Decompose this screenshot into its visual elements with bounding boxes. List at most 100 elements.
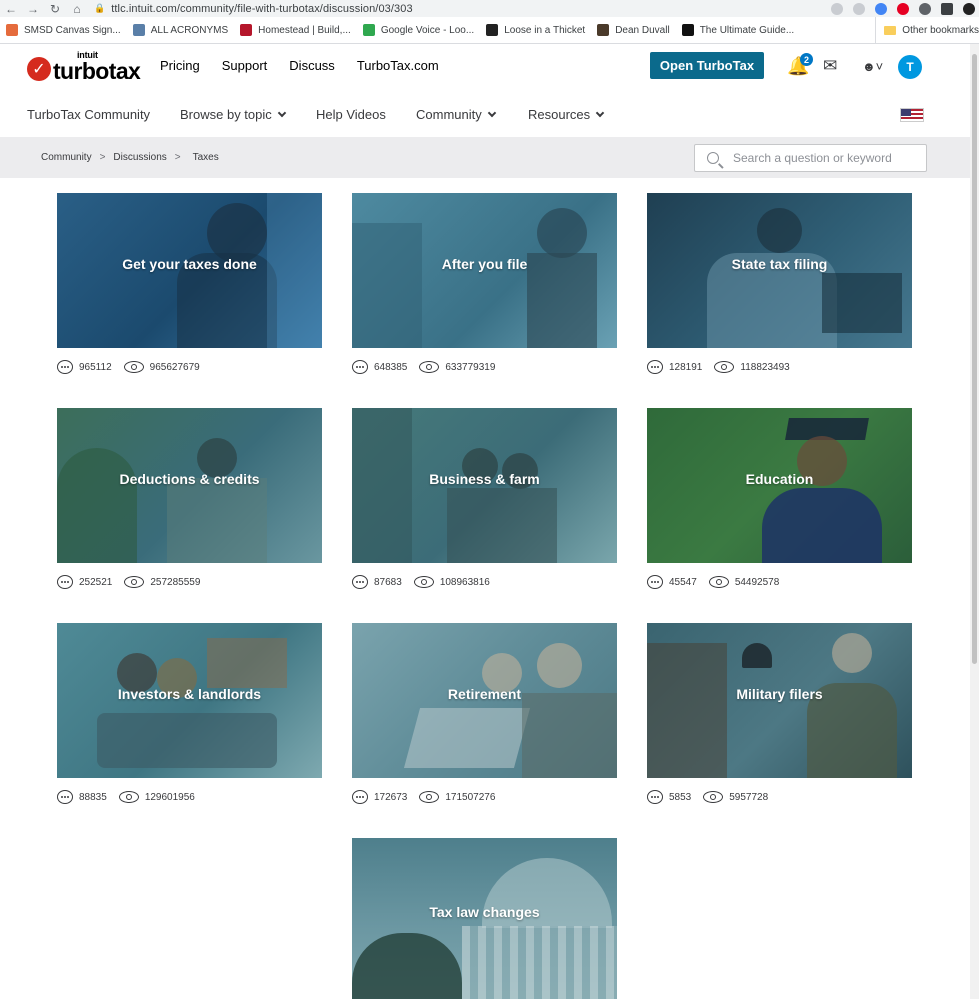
reply-count: 128191 — [669, 361, 703, 373]
bookmark-item[interactable]: Loose in a Thicket — [486, 24, 585, 36]
open-turbotax-button[interactable]: Open TurboTax — [650, 52, 764, 79]
bookmark-favicon-icon — [362, 24, 375, 36]
reply-count: 87683 — [374, 576, 402, 588]
browse-by-topic-menu[interactable]: Browse by topic — [180, 107, 287, 122]
topic-title: Retirement — [447, 685, 522, 702]
comment-bubble-icon — [647, 360, 663, 374]
topic-card[interactable]: Business & farm 87683 108963816 — [352, 408, 617, 589]
topic-image[interactable]: Investors & landlords — [57, 623, 322, 778]
bookmark-favicon-icon — [240, 24, 253, 36]
topic-card[interactable]: Military filers 5853 5957728 — [647, 623, 912, 804]
turbotax-logo[interactable]: ✓ intuit turbotax — [27, 51, 141, 83]
search-box[interactable] — [694, 144, 927, 172]
topic-image[interactable]: Retirement — [352, 623, 617, 778]
site-header: ✓ intuit turbotax Pricing Support Discus… — [0, 44, 970, 90]
eye-icon — [419, 361, 440, 373]
search-input[interactable] — [733, 151, 923, 165]
eye-icon — [419, 791, 440, 803]
breadcrumb-community[interactable]: Community — [41, 152, 92, 163]
breadcrumb-separator: > — [99, 152, 106, 163]
mail-icon[interactable]: ✉ — [823, 56, 837, 76]
bookmark-favicon-icon — [6, 24, 18, 36]
extension-g-icon[interactable] — [875, 2, 887, 15]
avatar[interactable]: T — [898, 55, 922, 79]
topic-image[interactable]: Tax law changes — [352, 838, 617, 999]
topic-image[interactable]: Education — [647, 408, 912, 563]
us-flag-icon[interactable] — [900, 108, 924, 122]
comment-bubble-icon — [57, 360, 73, 374]
other-bookmarks[interactable]: Other bookmarks — [875, 17, 979, 43]
topic-card[interactable]: Get your taxes done 965112 965627679 — [57, 193, 322, 374]
nav-support[interactable]: Support — [222, 58, 268, 73]
topic-image[interactable]: Military filers — [647, 623, 912, 778]
search-icon — [707, 152, 719, 164]
topic-card[interactable]: Retirement 172673 171507276 — [352, 623, 617, 804]
topic-image[interactable]: State tax filing — [647, 193, 912, 348]
bookmark-favicon-icon — [681, 24, 694, 36]
eye-icon — [124, 576, 145, 588]
breadcrumb-discussions[interactable]: Discussions — [113, 152, 166, 163]
community-menu[interactable]: Community — [416, 107, 496, 122]
topic-card[interactable]: After you file 648385 633779319 — [352, 193, 617, 374]
pinterest-icon[interactable] — [897, 2, 909, 15]
topic-stats: 87683 108963816 — [352, 575, 617, 589]
topic-stats: 128191 118823493 — [647, 360, 912, 374]
home-icon[interactable]: ⌂ — [66, 2, 88, 16]
bookmark-item[interactable]: Homestead | Build,... — [240, 24, 351, 36]
bookmark-item[interactable]: ALL ACRONYMS — [132, 24, 228, 36]
bookmark-item[interactable]: SMSD Canvas Sign... — [6, 24, 121, 36]
comment-bubble-icon — [352, 790, 368, 804]
topic-title: Business & farm — [429, 470, 540, 487]
topic-title: Investors & landlords — [117, 685, 262, 702]
nav-discuss[interactable]: Discuss — [289, 58, 335, 73]
url-text[interactable]: ttlc.intuit.com/community/file-with-turb… — [111, 3, 413, 15]
chevron-down-icon — [277, 108, 287, 117]
profile-icon[interactable] — [963, 2, 975, 15]
topic-card[interactable]: State tax filing 128191 118823493 — [647, 193, 912, 374]
topic-image[interactable]: After you file — [352, 193, 617, 348]
bookmark-item[interactable]: Dean Duvall — [597, 24, 670, 36]
topic-stats: 252521 257285559 — [57, 575, 322, 589]
forward-arrow-icon[interactable]: → — [22, 2, 44, 16]
topic-image[interactable]: Business & farm — [352, 408, 617, 563]
nav-pricing[interactable]: Pricing — [160, 58, 200, 73]
breadcrumb-bar: Community > Discussions > Taxes — [0, 137, 970, 178]
star-icon[interactable] — [853, 2, 865, 15]
reload-icon[interactable]: ↻ — [44, 2, 66, 16]
view-count: 633779319 — [445, 361, 496, 373]
comment-bubble-icon — [57, 790, 73, 804]
back-arrow-icon[interactable]: ← — [0, 2, 22, 16]
comment-bubble-icon — [352, 575, 368, 589]
bookmark-item[interactable]: The Ultimate Guide... — [681, 24, 794, 36]
topic-title: Tax law changes — [429, 903, 540, 920]
resources-menu[interactable]: Resources — [528, 107, 605, 122]
sidepanel-icon[interactable] — [941, 2, 953, 15]
view-count: 257285559 — [150, 576, 201, 588]
topic-image[interactable]: Get your taxes done — [57, 193, 322, 348]
topic-card[interactable]: Education 45547 54492578 — [647, 408, 912, 589]
chevron-down-icon — [595, 108, 605, 117]
notification-badge: 2 — [800, 53, 813, 66]
bookmark-item[interactable]: Google Voice - Loo... — [362, 24, 474, 36]
lock-icon[interactable]: 🔒 — [94, 3, 105, 14]
checkmark-logo-icon: ✓ — [27, 57, 51, 81]
breadcrumb: Community > Discussions > Taxes — [41, 152, 219, 163]
topic-card[interactable]: Investors & landlords 88835 129601956 — [57, 623, 322, 804]
topic-card[interactable]: Deductions & credits 252521 257285559 — [57, 408, 322, 589]
community-brand-link[interactable]: TurboTax Community — [27, 107, 150, 122]
topic-stats: 648385 633779319 — [352, 360, 617, 374]
help-videos-link[interactable]: Help Videos — [316, 107, 386, 122]
topic-title: Military filers — [736, 685, 823, 702]
page-scrollbar[interactable] — [970, 44, 979, 999]
comment-bubble-icon — [57, 575, 73, 589]
share-icon[interactable] — [831, 2, 843, 15]
eye-icon — [714, 361, 735, 373]
nav-turbotax-com[interactable]: TurboTax.com — [357, 58, 439, 73]
topic-card[interactable]: Tax law changes — [352, 838, 617, 999]
topic-image[interactable]: Deductions & credits — [57, 408, 322, 563]
scrollbar-thumb[interactable] — [972, 54, 977, 664]
reply-count: 45547 — [669, 576, 697, 588]
puzzle-icon[interactable] — [919, 2, 931, 15]
view-count: 54492578 — [734, 576, 780, 588]
users-menu-icon[interactable]: ☻˅ — [862, 59, 883, 74]
